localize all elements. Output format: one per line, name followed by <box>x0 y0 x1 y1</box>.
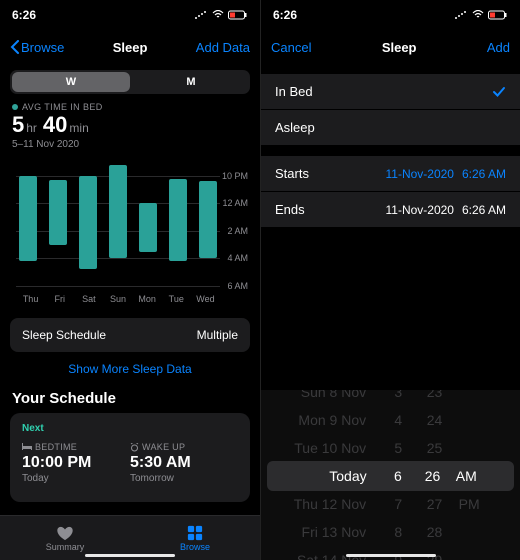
date-time-picker[interactable]: Sun 8 Nov323Mon 9 Nov424Tue 10 Nov525Tod… <box>261 390 520 560</box>
add-sleep-data-screen: 6:26 Cancel Sleep Add In Bed Asleep <box>260 0 520 560</box>
picker-row[interactable]: Mon 9 Nov424 <box>261 405 520 435</box>
picker-row[interactable]: Tue 10 Nov525 <box>261 433 520 463</box>
x-axis-label: Fri <box>45 294 74 304</box>
sleep-schedule-row[interactable]: Sleep Schedule Multiple <box>10 318 250 352</box>
sleep-overview-screen: 6:26 Browse Sleep Add Data W M AVG TIME … <box>0 0 260 560</box>
starts-date: 11-Nov-2020 <box>385 167 453 181</box>
add-data-button[interactable]: Add Data <box>196 40 250 55</box>
time-range-segmented-control[interactable]: W M <box>10 70 250 94</box>
picker-row[interactable]: Sat 14 Nov929 <box>261 545 520 560</box>
option-asleep[interactable]: Asleep <box>261 110 520 146</box>
date-range: 5–11 Nov 2020 <box>12 139 248 150</box>
schedule-card[interactable]: Next BEDTIME 10:00 PM Today WAKE UP 5:30… <box>10 413 250 502</box>
bedtime-value: 10:00 PM <box>22 454 130 472</box>
avg-mins: 40 <box>43 112 67 138</box>
battery-icon <box>228 10 248 20</box>
picker-row[interactable]: Today626AM <box>267 461 514 491</box>
y-axis-label: 2 AM <box>227 226 248 236</box>
page-title: Sleep <box>113 40 148 55</box>
alarm-icon <box>130 443 139 452</box>
chart-bar <box>19 176 37 261</box>
starts-label: Starts <box>275 166 309 181</box>
picker-row[interactable]: Fri 13 Nov828 <box>261 517 520 547</box>
chart-bar <box>109 165 127 259</box>
back-button[interactable]: Browse <box>10 40 64 55</box>
checkmark-icon <box>492 85 506 99</box>
avg-hours: 5 <box>12 112 24 138</box>
status-time: 6:26 <box>273 8 297 22</box>
heart-icon <box>56 525 74 541</box>
chart-bar <box>139 203 157 251</box>
bedtime-sub: Today <box>22 473 130 484</box>
home-indicator[interactable] <box>85 554 175 557</box>
sleep-summary: AVG TIME IN BED 5 hr 40 min 5–11 Nov 202… <box>0 100 260 154</box>
x-axis-label: Thu <box>16 294 45 304</box>
bedtime-label: BEDTIME <box>35 442 77 452</box>
status-bar: 6:26 <box>261 0 520 30</box>
chart-bar <box>169 179 187 262</box>
chart-bar <box>79 176 97 270</box>
sleep-type-group: In Bed Asleep <box>261 74 520 146</box>
ends-time: 6:26 AM <box>462 203 506 217</box>
battery-icon <box>488 10 508 20</box>
chevron-left-icon <box>10 40 19 54</box>
cancel-button[interactable]: Cancel <box>271 40 311 55</box>
avg-hours-unit: hr <box>26 121 37 135</box>
wakeup-sub: Tomorrow <box>130 473 238 484</box>
y-axis-label: 12 AM <box>222 198 248 208</box>
avg-indicator-dot <box>12 104 18 110</box>
page-title: Sleep <box>382 40 417 55</box>
status-icons <box>454 10 508 20</box>
picker-row[interactable]: Thu 12 Nov727PM <box>261 489 520 519</box>
show-more-link[interactable]: Show More Sleep Data <box>0 352 260 390</box>
chart-bar <box>199 181 217 258</box>
status-icons <box>194 10 248 20</box>
chart-bar <box>49 180 67 245</box>
y-axis-label: 10 PM <box>222 171 248 181</box>
bed-icon <box>22 443 32 451</box>
starts-time: 6:26 AM <box>462 167 506 181</box>
status-bar: 6:26 <box>0 0 260 30</box>
y-axis-label: 4 AM <box>227 253 248 263</box>
wakeup-value: 5:30 AM <box>130 454 238 472</box>
x-axis-label: Sun <box>103 294 132 304</box>
x-axis-label: Tue <box>162 294 191 304</box>
x-axis-label: Sat <box>74 294 103 304</box>
avg-label: AVG TIME IN BED <box>22 102 103 112</box>
schedule-next-label: Next <box>22 423 238 434</box>
ends-date: 11-Nov-2020 <box>385 203 453 217</box>
grid-icon <box>186 525 204 541</box>
x-axis-label: Wed <box>191 294 220 304</box>
add-button[interactable]: Add <box>487 40 510 55</box>
starts-row[interactable]: Starts 11-Nov-2020 6:26 AM <box>261 156 520 192</box>
ends-row[interactable]: Ends 11-Nov-2020 6:26 AM <box>261 192 520 228</box>
back-label: Browse <box>21 40 64 55</box>
sleep-schedule-label: Sleep Schedule <box>22 328 106 342</box>
segment-month[interactable]: M <box>132 70 250 94</box>
sleep-schedule-value: Multiple <box>197 328 238 342</box>
avg-mins-unit: min <box>69 121 88 135</box>
status-time: 6:26 <box>12 8 36 22</box>
nav-bar: Cancel Sleep Add <box>261 30 520 64</box>
segment-week[interactable]: W <box>12 72 130 92</box>
y-axis-label: 6 AM <box>227 281 248 291</box>
ends-label: Ends <box>275 202 305 217</box>
nav-bar: Browse Sleep Add Data <box>0 30 260 64</box>
time-range-group: Starts 11-Nov-2020 6:26 AM Ends 11-Nov-2… <box>261 156 520 228</box>
x-axis-label: Mon <box>133 294 162 304</box>
your-schedule-title: Your Schedule <box>0 390 260 407</box>
home-indicator[interactable] <box>346 554 436 557</box>
wakeup-label: WAKE UP <box>142 442 185 452</box>
option-in-bed[interactable]: In Bed <box>261 74 520 110</box>
sleep-chart: ThuFriSatSunMonTueWed 10 PM 12 AM 2 AM 4 AM… <box>10 158 250 308</box>
